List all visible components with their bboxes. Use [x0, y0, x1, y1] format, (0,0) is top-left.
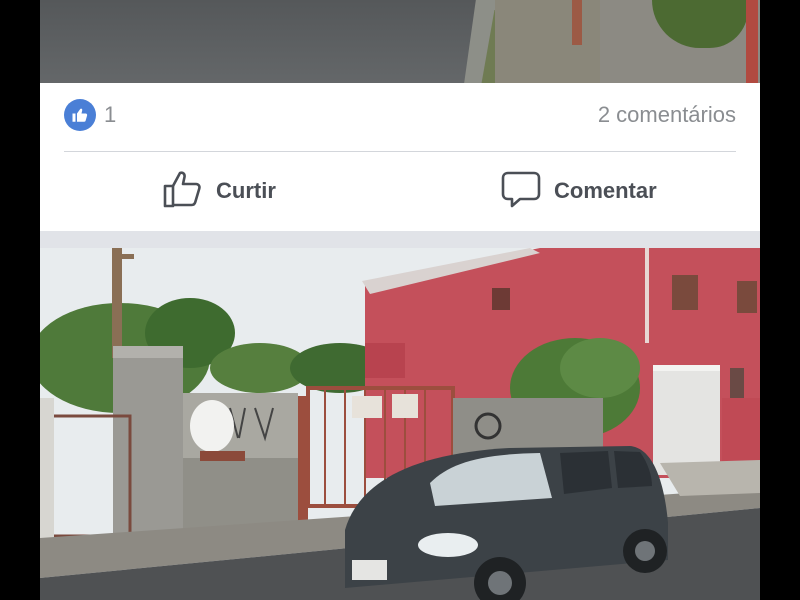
- sidewalk: [495, 0, 615, 83]
- thumbs-up-icon: [64, 99, 96, 131]
- news-feed: 1 2 comentários Curtir Comentar: [40, 0, 760, 600]
- comments-count[interactable]: 2 comentários: [598, 102, 736, 128]
- pole: [746, 0, 758, 83]
- thumbs-up-outline-icon: [162, 169, 204, 214]
- comment-button-label: Comentar: [554, 178, 657, 203]
- comment-button[interactable]: Comentar: [500, 167, 657, 215]
- like-button-label: Curtir: [216, 178, 276, 203]
- road: [40, 0, 485, 83]
- post-actions-card: 1 2 comentários Curtir Comentar: [40, 83, 760, 231]
- divider: [64, 151, 736, 152]
- speech-bubble-icon: [500, 169, 542, 214]
- street-photo-illustration: [40, 248, 760, 600]
- post-photo-street[interactable]: [40, 248, 760, 600]
- post-separator: [40, 231, 760, 248]
- like-count[interactable]: 1: [104, 102, 116, 128]
- like-button[interactable]: Curtir: [162, 167, 276, 215]
- pole: [572, 0, 582, 45]
- post-photo-top[interactable]: [40, 0, 760, 83]
